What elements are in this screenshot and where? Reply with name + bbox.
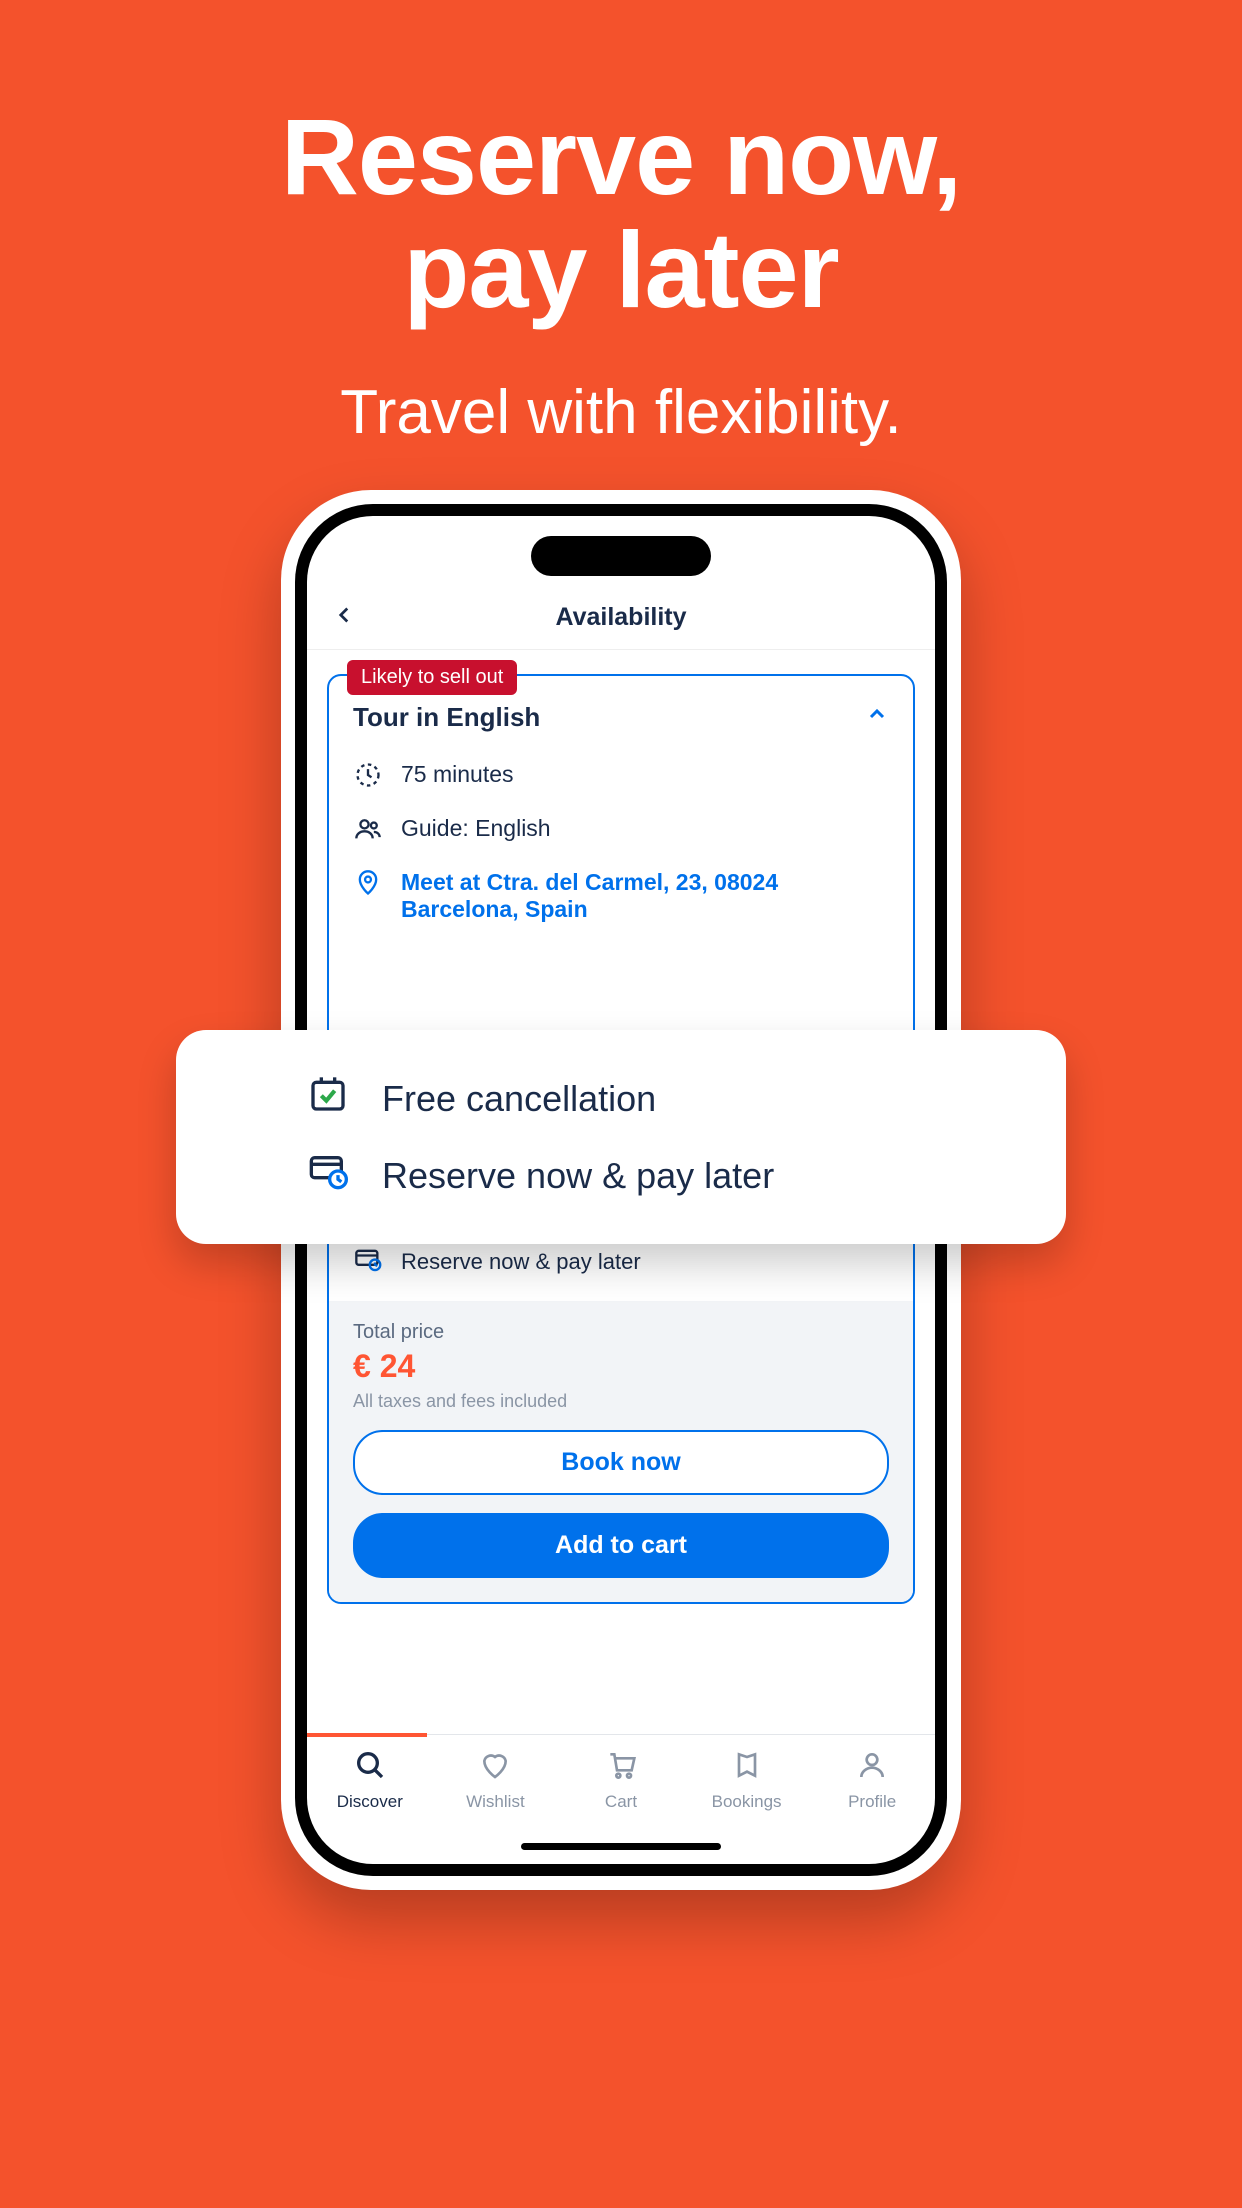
callout-reserve-now: Reserve now & pay later	[226, 1137, 1016, 1214]
total-label: Total price	[353, 1321, 889, 1344]
tab-profile[interactable]: Profile	[817, 1749, 927, 1812]
tab-discover-label: Discover	[337, 1792, 403, 1812]
profile-icon	[856, 1749, 888, 1786]
hero-title: Reserve now, pay later	[0, 0, 1242, 327]
back-button[interactable]	[331, 598, 357, 637]
tab-wishlist[interactable]: Wishlist	[440, 1749, 550, 1812]
tab-cart-label: Cart	[605, 1792, 637, 1812]
add-to-cart-button[interactable]: Add to cart	[353, 1513, 889, 1578]
meeting-point-text: Meet at Ctra. del Carmel, 23, 08024 Barc…	[401, 869, 889, 923]
guide-row: Guide: English	[353, 805, 889, 859]
benefit-reserve-now-text: Reserve now & pay later	[401, 1249, 641, 1275]
sellout-badge: Likely to sell out	[347, 660, 517, 695]
meeting-point-row[interactable]: Meet at Ctra. del Carmel, 23, 08024 Barc…	[353, 859, 889, 933]
ticket-icon	[731, 1749, 763, 1786]
hero-title-line2: pay later	[0, 213, 1242, 326]
book-now-button[interactable]: Book now	[353, 1430, 889, 1495]
chevron-up-icon	[865, 702, 889, 733]
hero-subtitle: Travel with flexibility.	[0, 377, 1242, 448]
clock-icon	[353, 761, 383, 795]
tab-cart[interactable]: Cart	[566, 1749, 676, 1812]
tab-discover[interactable]: Discover	[315, 1749, 425, 1812]
total-price: € 24	[353, 1348, 889, 1385]
total-section: Total price € 24 All taxes and fees incl…	[329, 1301, 913, 1602]
tax-note: All taxes and fees included	[353, 1391, 889, 1412]
page-title: Availability	[555, 603, 686, 632]
callout-free-cancellation: Free cancellation	[226, 1060, 1016, 1137]
home-indicator	[521, 1843, 721, 1850]
people-icon	[353, 815, 383, 849]
phone-notch	[531, 536, 711, 576]
card-clock-icon	[306, 1151, 350, 1200]
heart-icon	[479, 1749, 511, 1786]
tab-bookings-label: Bookings	[712, 1792, 782, 1812]
active-tab-indicator	[307, 1733, 427, 1737]
tab-wishlist-label: Wishlist	[466, 1792, 525, 1812]
duration-text: 75 minutes	[401, 761, 514, 788]
location-pin-icon	[353, 869, 383, 903]
tab-bookings[interactable]: Bookings	[692, 1749, 802, 1812]
duration-row: 75 minutes	[353, 751, 889, 805]
callout-reserve-now-text: Reserve now & pay later	[382, 1155, 774, 1197]
cart-icon	[605, 1749, 637, 1786]
calendar-check-icon	[306, 1074, 350, 1123]
app-header: Availability	[307, 586, 935, 650]
hero-title-line1: Reserve now,	[0, 100, 1242, 213]
tab-profile-label: Profile	[848, 1792, 896, 1812]
callout-free-cancellation-text: Free cancellation	[382, 1078, 656, 1120]
feature-callout: Free cancellation Reserve now & pay late…	[176, 1030, 1066, 1244]
card-clock-icon	[353, 1245, 383, 1279]
tour-title: Tour in English	[353, 702, 540, 733]
search-icon	[354, 1749, 386, 1786]
guide-text: Guide: English	[401, 815, 551, 842]
